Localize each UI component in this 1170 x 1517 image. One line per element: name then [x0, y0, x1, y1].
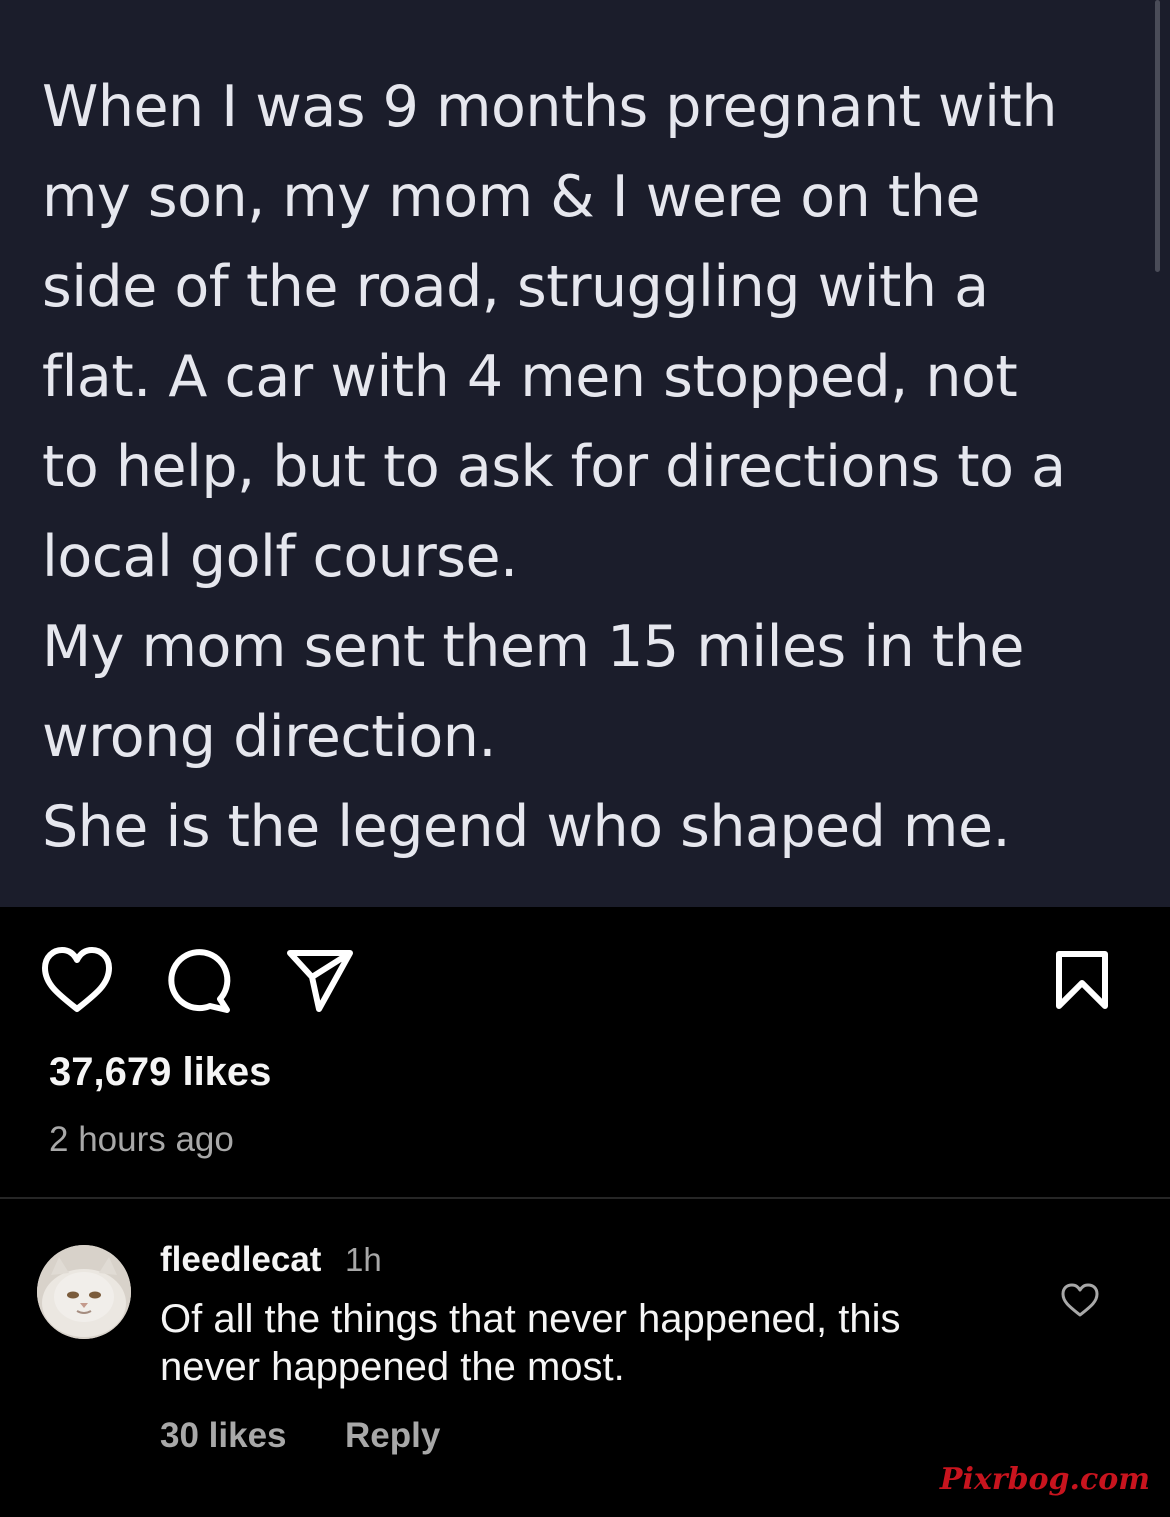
divider — [0, 1197, 1170, 1199]
comment-text-line: never happened the most. — [160, 1345, 625, 1389]
post-text-line: side of the road, struggling with a — [42, 254, 989, 320]
post-text-line: My mom sent them 15 miles in the — [42, 614, 1024, 680]
post-action-bar — [0, 940, 1170, 1020]
post-text-line: local golf course. — [42, 524, 518, 590]
comment-username[interactable]: fleedlecat — [160, 1240, 321, 1280]
post-text-line: my son, my mom & I were on the — [42, 164, 980, 230]
scroll-indicator — [1155, 0, 1160, 272]
comment-icon[interactable] — [158, 940, 238, 1020]
comment-time: 1h — [345, 1241, 382, 1278]
post-text-line: to help, but to ask for directions to a — [42, 434, 1066, 500]
post-text-line: She is the legend who shaped me. — [42, 794, 1011, 860]
heart-icon[interactable] — [37, 940, 117, 1020]
post-text-line: When I was 9 months pregnant with — [42, 74, 1057, 140]
share-icon[interactable] — [280, 940, 360, 1020]
comment-heart-icon[interactable] — [1058, 1278, 1102, 1322]
likes-count[interactable]: 37,679 likes — [49, 1050, 271, 1095]
post-timestamp: 2 hours ago — [49, 1120, 234, 1159]
comment-text-line: Of all the things that never happened, t… — [160, 1297, 901, 1341]
post-text-line: wrong direction. — [42, 704, 497, 770]
watermark: Pixrbog.com — [939, 1462, 1150, 1497]
post-image[interactable]: When I was 9 months pregnant with my son… — [0, 0, 1170, 907]
avatar[interactable] — [37, 1245, 131, 1339]
post-text-line: flat. A car with 4 men stopped, not — [42, 344, 1018, 410]
comment-likes[interactable]: 30 likes — [160, 1416, 287, 1456]
post-text: When I was 9 months pregnant with my son… — [42, 62, 1152, 872]
bookmark-icon[interactable] — [1042, 940, 1122, 1020]
reply-button[interactable]: Reply — [345, 1416, 440, 1456]
comment-text: Of all the things that never happened, t… — [160, 1295, 1040, 1391]
